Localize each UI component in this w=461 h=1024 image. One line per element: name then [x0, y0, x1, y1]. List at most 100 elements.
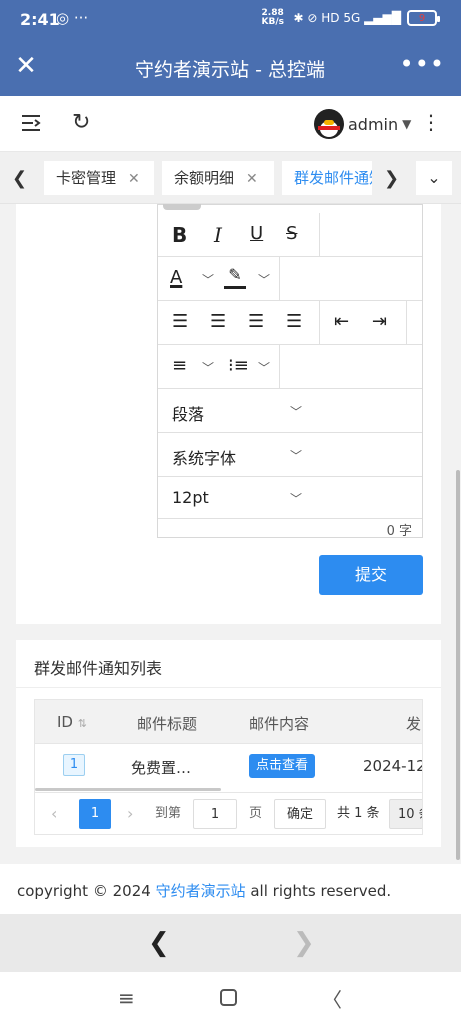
block-format-value: 段落	[172, 405, 205, 424]
chevron-down-icon[interactable]: ﹀	[258, 359, 270, 376]
list-title: 群发邮件通知列表	[34, 659, 163, 678]
system-status-icons: 2.88 KB/s ✱ ⊘ HD 5G ▂▄▆█ 9	[261, 8, 440, 27]
notification-icons: ◎ ···	[56, 9, 89, 27]
view-content-button[interactable]: 点击查看	[249, 754, 315, 778]
align-center-icon[interactable]: ☰	[210, 311, 226, 332]
align-left-icon[interactable]: ☰	[172, 311, 188, 332]
caret-down-icon: ▼	[402, 117, 412, 131]
chevron-right-icon[interactable]: ❯	[384, 168, 399, 189]
editor-scroll-grip[interactable]	[163, 204, 201, 210]
submit-button[interactable]: 提交	[319, 555, 423, 595]
align-toolbar-row: ☰ ☰ ☰ ☰ ⇤ ⇥	[158, 301, 422, 345]
column-header-content: 邮件内容	[249, 715, 310, 733]
highlight-marker-icon[interactable]: ✎	[224, 265, 246, 289]
align-justify-icon[interactable]: ☰	[286, 311, 302, 332]
list-toolbar-row: ≡ ﹀ ⁝≡ ﹀	[158, 345, 422, 389]
strikethrough-button[interactable]: S	[286, 223, 297, 244]
column-header-id[interactable]: ID ⇅	[57, 713, 87, 731]
menu-toggle-icon[interactable]	[20, 112, 42, 134]
close-button[interactable]: ✕	[12, 52, 40, 82]
vertical-more-icon[interactable]: ⋮	[421, 110, 441, 134]
outdent-icon[interactable]: ⇤	[334, 311, 349, 332]
indent-icon[interactable]: ⇥	[372, 311, 387, 332]
forward-arrow-icon[interactable]: ❯	[293, 928, 315, 958]
tab-label: 余额明细	[174, 169, 235, 187]
status-time: 2:41	[20, 10, 60, 29]
block-format-select[interactable]: 段落 ﹀	[158, 389, 422, 433]
tab-label: 群发邮件通知	[294, 169, 372, 187]
page-unit-label: 页	[249, 806, 263, 821]
goto-label: 到第	[155, 806, 182, 821]
more-options-icon[interactable]: •••	[400, 50, 445, 78]
underline-button[interactable]: U	[250, 223, 263, 244]
font-family-select[interactable]: 系统字体 ﹀	[158, 433, 422, 477]
chevron-down-icon[interactable]: ﹀	[202, 359, 214, 376]
cell-title: 免费置…	[131, 759, 192, 777]
chevron-down-icon: ﹀	[290, 492, 303, 506]
refresh-icon[interactable]: ↻	[72, 110, 90, 135]
copyright-text: copyright © 2024 守约者演示站 all rights reser…	[17, 880, 391, 901]
goto-page-input[interactable]: 1	[193, 799, 237, 829]
sort-icon[interactable]: ⇅	[78, 717, 87, 730]
chevron-down-icon: ﹀	[290, 405, 303, 419]
font-size-select[interactable]: 12pt ﹀	[158, 477, 422, 519]
recent-apps-icon[interactable]: ≡	[118, 986, 135, 1010]
chevron-down-icon[interactable]: ⌄	[416, 161, 452, 195]
divider	[16, 687, 441, 688]
font-family-value: 系统字体	[172, 449, 237, 468]
font-color-button[interactable]: A	[170, 267, 182, 288]
font-size-value: 12pt	[172, 488, 209, 507]
battery-icon: 9	[407, 10, 440, 26]
column-header-title: 邮件标题	[137, 715, 198, 733]
page-scrollbar[interactable]	[456, 470, 460, 860]
column-label: ID	[57, 713, 73, 731]
battery-level: 9	[418, 12, 426, 24]
close-icon[interactable]: ✕	[128, 171, 140, 187]
tab-mass-email[interactable]: 群发邮件通知	[282, 161, 372, 195]
column-header-date: 发	[406, 715, 422, 733]
avatar	[314, 109, 344, 139]
chevron-down-icon[interactable]: ﹀	[202, 271, 214, 288]
system-back-icon[interactable]: 〈	[322, 984, 342, 1013]
bullet-list-icon[interactable]: ⁝≡	[228, 355, 249, 376]
back-arrow-icon[interactable]: ❮	[148, 928, 170, 958]
tab-bar: ❮ 卡密管理 ✕ 余额明细 ✕ 群发邮件通知 ❯ ⌄	[0, 152, 461, 204]
word-count: 0 字	[386, 524, 412, 539]
bold-button[interactable]: B	[172, 223, 187, 247]
horizontal-scrollbar[interactable]	[35, 788, 221, 791]
user-menu[interactable]: admin ▼	[314, 109, 411, 139]
home-icon[interactable]	[220, 989, 237, 1006]
chevron-right-icon[interactable]: ›	[127, 799, 133, 829]
rich-text-editor[interactable]: B I U S A ﹀ ✎ ﹀ ☰ ☰ ☰ ☰ ⇤ ⇥ ≡ ﹀ ⁝≡ ﹀ 段落 …	[157, 204, 423, 539]
status-bar: 2:41 ◎ ··· 2.88 KB/s ✱ ⊘ HD 5G ▂▄▆█ 9	[0, 0, 461, 40]
italic-button[interactable]: I	[214, 223, 222, 247]
close-icon[interactable]: ✕	[246, 171, 258, 187]
copyright-prefix: copyright © 2024	[17, 882, 151, 900]
goto-confirm-button[interactable]: 确定	[274, 799, 326, 829]
color-toolbar-row: A ﹀ ✎ ﹀	[158, 257, 422, 301]
tab-label: 卡密管理	[56, 169, 117, 187]
mail-table: ID ⇅ 邮件标题 邮件内容 发 1 免费置… 点击查看 2024-12 ‹ 1…	[34, 699, 423, 835]
page-title: 守约者演示站 - 总控端	[135, 59, 325, 81]
cell-date: 2024-12	[363, 757, 423, 775]
copyright-suffix: all rights reserved.	[250, 882, 392, 900]
network-speed: 2.88 KB/s	[261, 8, 284, 27]
tab-card-management[interactable]: 卡密管理 ✕	[44, 161, 154, 195]
page-size-select[interactable]: 10 条	[389, 799, 422, 829]
tab-balance-details[interactable]: 余额明细 ✕	[162, 161, 274, 195]
chevron-down-icon: ﹀	[290, 449, 303, 463]
chevron-down-icon[interactable]: ﹀	[258, 271, 270, 288]
pagination: ‹ 1 › 到第 1 页 确定 共 1 条 10 条	[35, 792, 422, 834]
numbered-list-icon[interactable]: ≡	[172, 355, 187, 376]
total-count: 共 1 条	[337, 806, 380, 821]
format-toolbar-row: B I U S	[158, 213, 422, 257]
username: admin	[348, 114, 399, 134]
chevron-left-icon[interactable]: ‹	[51, 799, 57, 829]
browser-nav-bar	[0, 914, 461, 972]
align-right-icon[interactable]: ☰	[248, 311, 264, 332]
page-number-current[interactable]: 1	[79, 799, 111, 829]
table-header: ID ⇅ 邮件标题 邮件内容 发	[35, 700, 422, 744]
chevron-left-icon[interactable]: ❮	[12, 168, 27, 189]
site-link[interactable]: 守约者演示站	[156, 882, 246, 900]
id-badge: 1	[63, 754, 85, 776]
